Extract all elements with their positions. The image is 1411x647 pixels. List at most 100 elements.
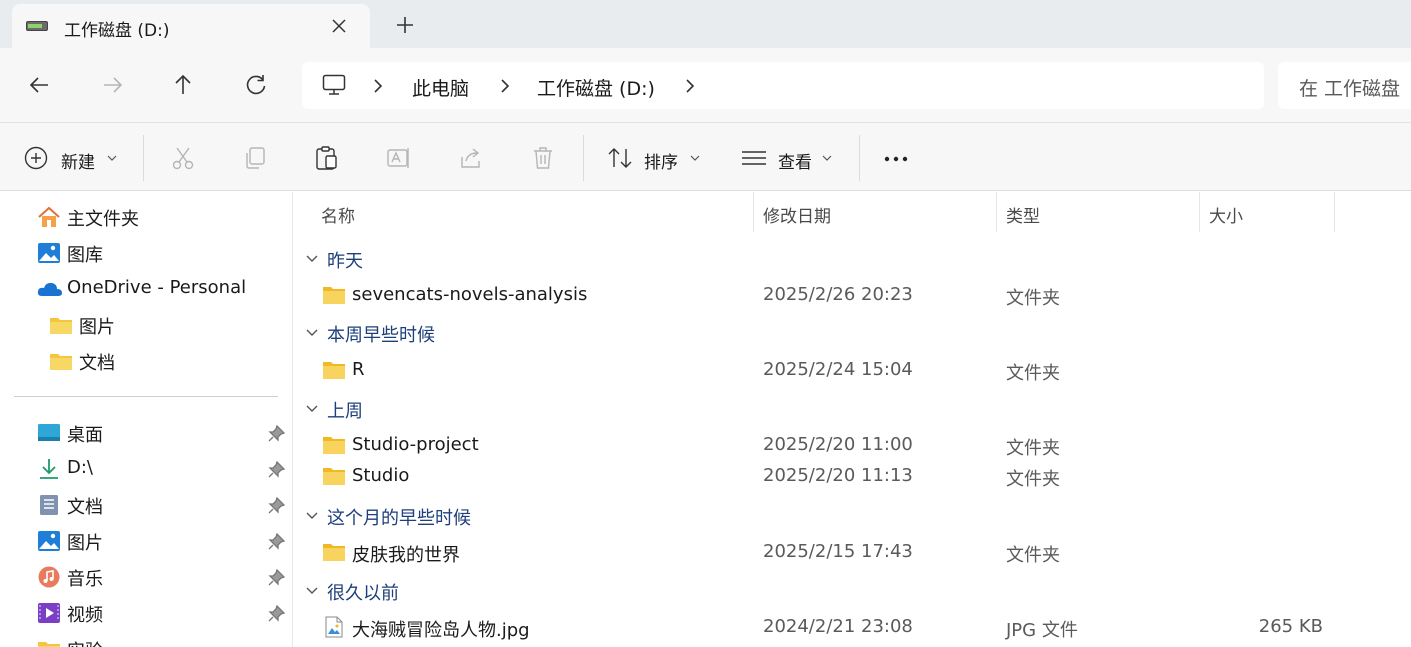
file-name: Studio-project xyxy=(352,434,479,455)
pin-icon[interactable] xyxy=(267,605,285,623)
close-icon[interactable] xyxy=(328,15,350,37)
chevron-right-icon[interactable] xyxy=(499,78,511,94)
cut-icon[interactable] xyxy=(170,145,196,171)
sidebar-item-pictures[interactable]: 图片 xyxy=(0,526,292,556)
chevron-right-icon[interactable] xyxy=(372,78,384,94)
command-bar: 新建 排序 查看 xyxy=(0,123,1411,191)
back-arrow-icon[interactable] xyxy=(27,72,53,98)
sidebar-item-videos[interactable]: 视频 xyxy=(0,598,292,628)
sidebar-item-desktop[interactable]: 桌面 xyxy=(0,418,292,448)
search-placeholder: 在 工作磁盘 xyxy=(1299,78,1401,100)
sidebar-item-onedrive-documents[interactable]: 文档 xyxy=(0,346,292,376)
share-icon[interactable] xyxy=(458,145,484,171)
view-button[interactable]: 查看 xyxy=(778,148,812,173)
group-header[interactable]: 很久以前 xyxy=(327,579,399,605)
sidebar-item-music[interactable]: 音乐 xyxy=(0,562,292,592)
video-icon xyxy=(38,603,60,623)
group-header[interactable]: 昨天 xyxy=(327,247,363,273)
chevron-down-icon[interactable] xyxy=(822,154,832,162)
column-header-type[interactable]: 类型 xyxy=(1006,202,1040,227)
pin-icon[interactable] xyxy=(267,461,285,479)
file-date: 2025/2/26 20:23 xyxy=(763,284,913,305)
navigation-pane: 主文件夹 图库 OneDrive - Personal 图片 文档 桌面 D:\… xyxy=(0,192,292,647)
column-separator[interactable] xyxy=(996,192,997,232)
file-type: 文件夹 xyxy=(1006,469,1060,490)
pin-icon[interactable] xyxy=(267,425,285,443)
sidebar-item-onedrive[interactable]: OneDrive - Personal xyxy=(0,274,292,304)
new-icon[interactable] xyxy=(24,146,48,170)
group-header[interactable]: 上周 xyxy=(327,397,363,423)
up-arrow-icon[interactable] xyxy=(170,72,196,98)
column-header-name[interactable]: 名称 xyxy=(321,202,355,227)
folder-icon xyxy=(323,468,345,485)
chevron-down-icon[interactable] xyxy=(305,254,319,264)
plus-icon[interactable] xyxy=(393,13,417,37)
pin-icon[interactable] xyxy=(267,533,285,551)
sidebar-item-label: 图片 xyxy=(79,317,115,338)
column-header-date[interactable]: 修改日期 xyxy=(763,202,831,227)
sidebar-item-home[interactable]: 主文件夹 xyxy=(0,202,292,232)
file-date: 2025/2/24 15:04 xyxy=(763,359,913,380)
pin-icon[interactable] xyxy=(267,497,285,515)
group-header[interactable]: 本周早些时候 xyxy=(327,321,435,347)
paste-icon[interactable] xyxy=(314,145,340,171)
sidebar-item-label: 音乐 xyxy=(67,569,103,590)
search-input[interactable]: 在 工作磁盘 xyxy=(1278,62,1411,109)
pin-icon[interactable] xyxy=(267,569,285,587)
chevron-down-icon[interactable] xyxy=(305,404,319,414)
delete-icon[interactable] xyxy=(530,145,556,171)
onedrive-icon xyxy=(37,282,62,296)
new-button[interactable]: 新建 xyxy=(61,148,95,173)
pictures-icon xyxy=(38,531,60,551)
folder-icon xyxy=(323,287,345,304)
sidebar-item-label: D:\ xyxy=(67,457,93,478)
file-type: JPG 文件 xyxy=(1006,620,1078,641)
file-date: 2025/2/20 11:00 xyxy=(763,434,913,455)
forward-arrow-icon[interactable] xyxy=(99,72,125,98)
chevron-right-icon[interactable] xyxy=(684,78,696,94)
sidebar-item-label: 主文件夹 xyxy=(67,209,139,230)
chevron-down-icon[interactable] xyxy=(305,328,319,338)
tab-strip: 工作磁盘 (D:) xyxy=(0,0,1411,48)
refresh-icon[interactable] xyxy=(243,72,269,98)
column-separator[interactable] xyxy=(1334,192,1335,232)
sort-icon[interactable] xyxy=(606,145,634,171)
chevron-down-icon[interactable] xyxy=(305,586,319,596)
gallery-icon xyxy=(38,243,60,263)
sidebar-item-label: 文档 xyxy=(79,353,115,374)
copy-icon[interactable] xyxy=(242,145,268,171)
address-row: 此电脑 工作磁盘 (D:) 在 工作磁盘 xyxy=(0,48,1411,122)
rename-icon[interactable] xyxy=(386,145,412,171)
sort-button[interactable]: 排序 xyxy=(644,148,678,173)
column-header-size[interactable]: 大小 xyxy=(1209,202,1243,227)
view-icon[interactable] xyxy=(741,147,767,173)
sidebar-item-documents[interactable]: 文档 xyxy=(0,490,292,520)
tab-work-disk[interactable]: 工作磁盘 (D:) xyxy=(12,4,370,48)
sidebar-item-label: 视频 xyxy=(67,605,103,626)
breadcrumb-work-disk[interactable]: 工作磁盘 (D:) xyxy=(537,74,655,101)
toolbar-separator xyxy=(583,135,584,181)
toolbar-separator xyxy=(859,135,860,181)
folder-icon xyxy=(323,362,345,379)
column-separator[interactable] xyxy=(1199,192,1200,232)
sidebar-item-experiment[interactable]: 实验 xyxy=(0,634,292,647)
column-separator[interactable] xyxy=(753,192,754,232)
chevron-down-icon[interactable] xyxy=(305,511,319,521)
home-icon xyxy=(38,206,60,227)
chevron-down-icon[interactable] xyxy=(107,154,117,162)
sidebar-item-label: 文档 xyxy=(67,497,103,518)
folder-icon xyxy=(50,318,72,334)
group-header[interactable]: 这个月的早些时候 xyxy=(327,504,471,530)
address-bar[interactable]: 此电脑 工作磁盘 (D:) xyxy=(302,62,1264,109)
more-icon[interactable] xyxy=(883,146,909,172)
sidebar-item-gallery[interactable]: 图库 xyxy=(0,238,292,268)
toolbar-separator xyxy=(143,135,144,181)
download-icon xyxy=(40,459,58,479)
sidebar-item-onedrive-pictures[interactable]: 图片 xyxy=(0,310,292,340)
breadcrumb-this-pc[interactable]: 此电脑 xyxy=(412,74,469,101)
file-name: 大海贼冒险岛人物.jpg xyxy=(352,620,530,641)
chevron-down-icon[interactable] xyxy=(690,154,700,162)
sidebar-item-downloads[interactable]: D:\ xyxy=(0,454,292,484)
computer-icon[interactable] xyxy=(322,74,346,96)
tab-title: 工作磁盘 (D:) xyxy=(64,21,170,41)
